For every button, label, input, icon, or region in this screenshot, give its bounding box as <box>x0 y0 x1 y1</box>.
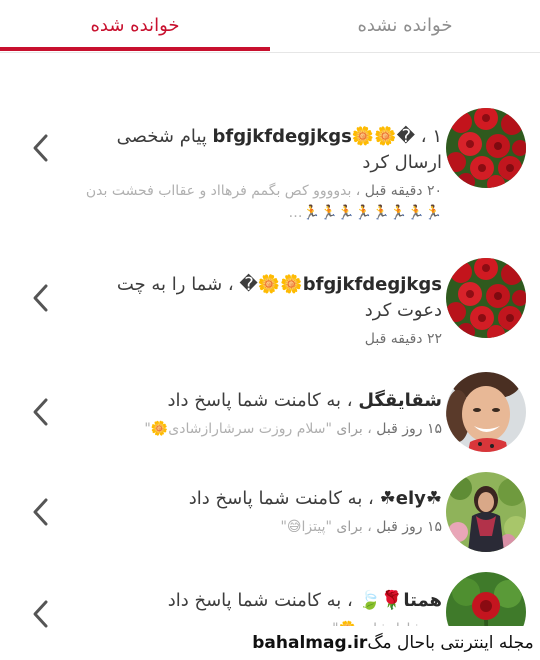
meta-separator: ، <box>351 183 365 199</box>
notification-title: bfgjkfdegjkgs🌼🌼� ، ۱ پیام شخصی ارسال کرد <box>70 124 442 176</box>
notification-title: ☘ely☘ ، به کامنت شما پاسخ داد <box>70 486 442 512</box>
avatar[interactable] <box>446 108 526 188</box>
timestamp: ۲۲ دقیقه قبل <box>364 331 442 347</box>
chevron-left-icon[interactable] <box>26 594 56 634</box>
notification-meta: ۱۵ روز قبل ، برای "پیتزا😅" <box>70 516 442 538</box>
red-roses-avatar <box>446 258 526 338</box>
notification-meta: ۱۵ روز قبل ، برای "سلام روزت سرشارازشادی… <box>70 418 442 440</box>
notification-meta: ۲۲ دقیقه قبل <box>70 328 442 350</box>
notification-content: bfgjkfdegjkgs🌼🌼� ، شما را به چت دعوت کرد… <box>70 272 442 350</box>
username[interactable]: شقایقگل <box>358 390 442 411</box>
notification-meta: ۲۰ دقیقه قبل ، بدوووو کص بگمم فرهااد و ع… <box>70 180 442 224</box>
watermark: مجله اینترنتی باحال مگ bahalmag.ir <box>240 626 540 660</box>
for-label: برای <box>336 421 363 437</box>
notification-title: همتا🌹🍃 ، به کامنت شما پاسخ داد <box>70 588 442 614</box>
active-tab-indicator <box>0 47 270 51</box>
username[interactable]: bfgjkfdegjkgs <box>213 126 352 147</box>
notification-action: ، به کامنت شما پاسخ داد <box>188 488 380 509</box>
notification-item[interactable]: ☘ely☘ ، به کامنت شما پاسخ داد ۱۵ روز قبل… <box>0 472 540 552</box>
timestamp: ۲۰ دقیقه قبل <box>364 183 442 199</box>
notification-item[interactable]: bfgjkfdegjkgs🌼🌼� ، شما را به چت دعوت کرد… <box>0 258 540 348</box>
notification-content: bfgjkfdegjkgs🌼🌼� ، ۱ پیام شخصی ارسال کرد… <box>70 124 442 224</box>
notification-item[interactable]: شقایقگل ، به کامنت شما پاسخ داد ۱۵ روز ق… <box>0 372 540 452</box>
timestamp: ۱۵ روز قبل <box>376 421 442 437</box>
tab-bar: خوانده شده خوانده نشده <box>0 0 540 53</box>
tab-read[interactable]: خوانده شده <box>0 0 270 50</box>
avatar[interactable] <box>446 258 526 338</box>
username-emoji: 🌹🍃 <box>358 590 404 611</box>
watermark-site: bahalmag.ir <box>252 633 368 653</box>
avatar[interactable] <box>446 472 526 552</box>
notification-title: bfgjkfdegjkgs🌼🌼� ، شما را به چت دعوت کرد <box>70 272 442 324</box>
username[interactable]: bfgjkfdegjkgs <box>303 274 442 295</box>
notification-title: شقایقگل ، به کامنت شما پاسخ داد <box>70 388 442 414</box>
notification-action: ، به کامنت شما پاسخ داد <box>167 390 359 411</box>
chevron-left-icon[interactable] <box>26 128 56 168</box>
chevron-left-icon[interactable] <box>26 392 56 432</box>
username-emoji: 🌼🌼� <box>351 126 416 147</box>
chevron-left-icon[interactable] <box>26 278 56 318</box>
username[interactable]: ☘ely☘ <box>380 488 442 509</box>
meta-separator: ، <box>362 421 377 437</box>
tab-unread[interactable]: خوانده نشده <box>270 0 540 50</box>
meta-separator: ، <box>362 519 377 535</box>
chevron-left-icon[interactable] <box>26 492 56 532</box>
smiling-woman-avatar <box>446 372 526 452</box>
comment-quote: "پیتزا😅" <box>280 519 337 535</box>
timestamp: ۱۵ روز قبل <box>376 519 442 535</box>
woman-garden-avatar <box>446 472 526 552</box>
comment-quote: "سلام روزت سرشارازشادی🌼" <box>144 421 337 437</box>
watermark-text: مجله اینترنتی باحال مگ <box>367 633 534 653</box>
for-label: برای <box>336 519 363 535</box>
red-roses-avatar <box>446 108 526 188</box>
notification-item[interactable]: bfgjkfdegjkgs🌼🌼� ، ۱ پیام شخصی ارسال کرد… <box>0 108 540 228</box>
notification-content: شقایقگل ، به کامنت شما پاسخ داد ۱۵ روز ق… <box>70 388 442 440</box>
avatar[interactable] <box>446 372 526 452</box>
notification-action: ، به کامنت شما پاسخ داد <box>167 590 359 611</box>
notification-content: ☘ely☘ ، به کامنت شما پاسخ داد ۱۵ روز قبل… <box>70 486 442 538</box>
username-emoji: 🌼🌼� <box>239 274 303 295</box>
username[interactable]: همتا <box>403 590 442 611</box>
